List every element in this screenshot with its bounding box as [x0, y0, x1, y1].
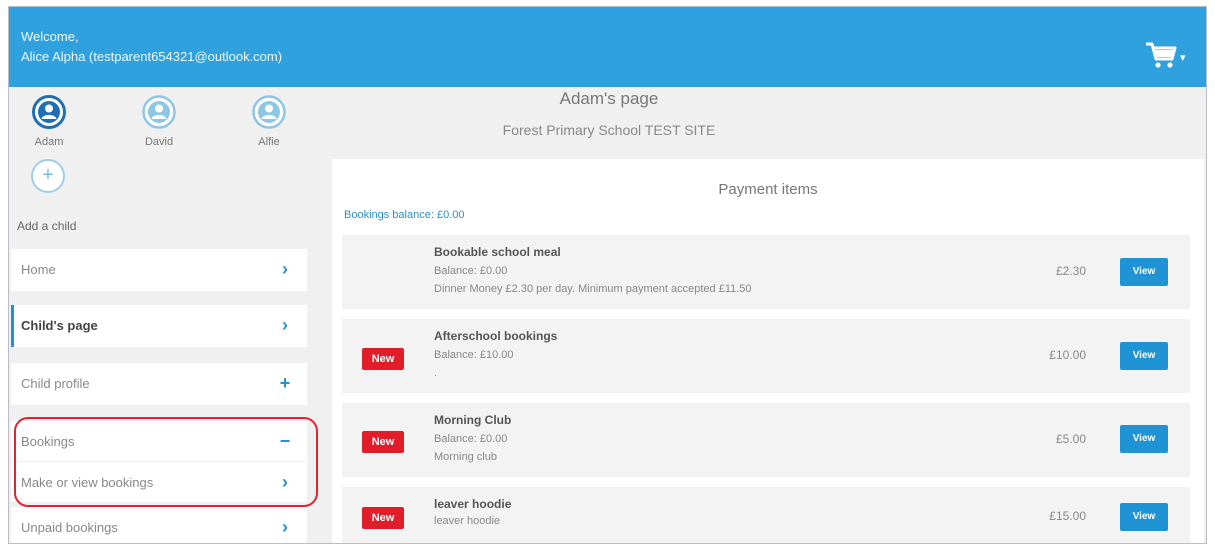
sidebar-item-home[interactable]: Home › [11, 249, 307, 291]
view-button[interactable]: View [1120, 503, 1168, 531]
child-alfie[interactable]: Alfie [239, 95, 299, 148]
list-item: New Morning Club Balance: £0.00 Morning … [342, 403, 1190, 477]
school-name: Forest Primary School TEST SITE [502, 122, 716, 138]
sidebar-item-unpaid-bookings[interactable]: Unpaid bookings › [11, 507, 307, 543]
sidebar-item-label: Unpaid bookings [21, 520, 118, 535]
new-badge: New [362, 431, 404, 453]
view-button[interactable]: View [1120, 258, 1168, 286]
active-indicator [11, 305, 14, 347]
new-badge: New [362, 507, 404, 529]
item-title: Bookable school meal [434, 245, 561, 259]
child-adam[interactable]: Adam [19, 95, 79, 148]
child-david[interactable]: David [129, 95, 189, 148]
item-balance: Balance: £10.00 [434, 349, 514, 361]
list-item: Bookable school meal Balance: £0.00 Dinn… [342, 235, 1190, 309]
payment-items-panel: Payment items Bookings balance: £0.00 Bo… [332, 159, 1204, 543]
add-child-button[interactable]: + [31, 159, 65, 193]
item-price: £5.00 [1055, 432, 1086, 446]
chevron-right-icon: › [282, 259, 288, 279]
user-avatar-icon [252, 95, 286, 129]
add-child-label[interactable]: Add a child [17, 219, 76, 233]
cart-icon: ▾ [1146, 42, 1186, 68]
sidebar-item-label: Home [21, 262, 56, 277]
chevron-right-icon: › [282, 517, 288, 537]
page-title: Adam's page [559, 89, 659, 108]
item-price: £10.00 [1049, 348, 1086, 362]
new-badge: New [362, 348, 404, 370]
app-frame: Welcome, Alice Alpha (testparent654321@o… [8, 6, 1207, 544]
list-item: New leaver hoodie leaver hoodie £15.00 V… [342, 487, 1190, 543]
sidebar-item-label: Child's page [21, 318, 98, 333]
list-item: New Afterschool bookings Balance: £10.00… [342, 319, 1190, 393]
item-description: . [434, 367, 438, 379]
plus-icon: + [42, 164, 54, 186]
panel-title: Payment items [718, 181, 818, 198]
bookings-balance-link[interactable]: Bookings balance: £0.00 [344, 209, 464, 221]
welcome-user: Alice Alpha (testparent654321@outlook.co… [21, 49, 283, 64]
child-name: David [144, 136, 174, 148]
chevron-right-icon: › [282, 315, 288, 335]
user-avatar-icon [32, 95, 66, 129]
item-title: Morning Club [434, 413, 512, 427]
item-price: £2.30 [1055, 264, 1086, 278]
cart-dropdown-icon: ▾ [1180, 51, 1186, 64]
cart-menu[interactable]: ▾ [1144, 41, 1188, 71]
item-title: leaver hoodie [434, 497, 512, 511]
child-name: Alfie [258, 136, 280, 148]
top-bar: Welcome, Alice Alpha (testparent654321@o… [9, 7, 1206, 87]
item-balance: Balance: £0.00 [434, 265, 508, 277]
sidebar-item-child-profile[interactable]: Child profile + [11, 363, 307, 405]
item-description: Dinner Money £2.30 per day. Minimum paym… [434, 283, 752, 295]
welcome-text: Welcome, Alice Alpha (testparent654321@o… [21, 27, 282, 67]
item-balance: Balance: £0.00 [434, 433, 508, 445]
sidebar-item-childs-page[interactable]: Child's page › [11, 305, 307, 347]
user-avatar-icon [142, 95, 176, 129]
child-name: Adam [34, 136, 64, 148]
item-description: leaver hoodie [434, 515, 501, 527]
item-title: Afterschool bookings [434, 329, 558, 343]
item-price: £15.00 [1049, 509, 1086, 523]
view-button[interactable]: View [1120, 425, 1168, 453]
annotation-highlight [14, 417, 318, 507]
plus-icon: + [279, 373, 291, 393]
welcome-greeting: Welcome, [21, 29, 79, 44]
sidebar-item-label: Child profile [21, 376, 90, 391]
item-description: Morning club [434, 451, 497, 463]
view-button[interactable]: View [1120, 342, 1168, 370]
